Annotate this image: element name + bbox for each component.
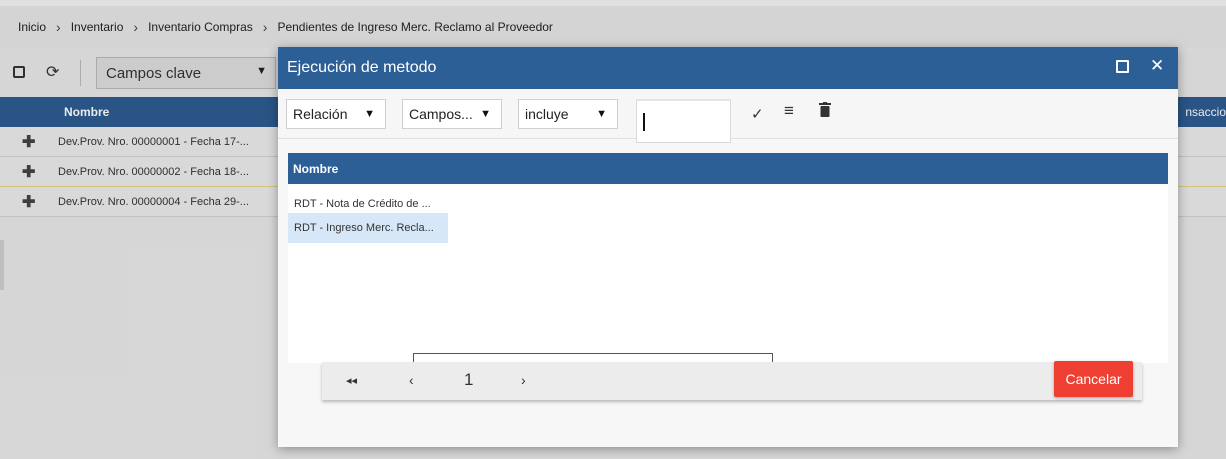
filter-bar: Relación ▼ Campos... ▼ incluye ▼ ✓ ≡ (278, 89, 1178, 143)
grid-row-selected[interactable]: RDT - Ingreso Merc. Recla... (288, 213, 448, 243)
grid-header: Nombre (288, 153, 1168, 184)
dropdown-arrow-icon: ▼ (596, 108, 607, 120)
pagination-bar: ◂◂ ‹ 1 › (322, 362, 1142, 400)
current-page-number[interactable]: 1 (464, 370, 473, 390)
operator-dropdown[interactable]: incluye ▼ (518, 99, 618, 129)
results-grid: Nombre RDT - Nota de Crédito de ... RDT … (288, 153, 1168, 391)
cancel-button[interactable]: Cancelar (1054, 361, 1133, 397)
dialog-title: Ejecución de metodo (287, 59, 437, 76)
method-execution-dialog: Ejecución de metodo ✕ Relación ▼ Campos.… (278, 47, 1178, 447)
relation-dropdown[interactable]: Relación ▼ (286, 99, 386, 129)
operator-dropdown-value: incluye (525, 106, 569, 122)
dropdown-arrow-icon: ▼ (364, 108, 375, 120)
close-icon[interactable]: ✕ (1150, 56, 1164, 76)
dropdown-arrow-icon: ▼ (480, 108, 491, 120)
first-page-icon[interactable]: ◂◂ (346, 374, 357, 387)
fields-dropdown-value: Campos... (409, 106, 473, 122)
relation-dropdown-value: Relación (293, 106, 348, 122)
fields-dropdown[interactable]: Campos... ▼ (402, 99, 502, 129)
maximize-icon[interactable] (1116, 60, 1129, 73)
filter-icon[interactable]: ≡ (784, 101, 794, 121)
filter-value-input[interactable] (636, 99, 731, 143)
text-caret (643, 113, 645, 131)
grid-column-nombre[interactable]: Nombre (293, 162, 338, 176)
next-page-icon[interactable]: › (521, 372, 526, 388)
trash-icon[interactable] (819, 102, 831, 121)
apply-check-icon[interactable]: ✓ (751, 105, 764, 123)
dialog-header: Ejecución de metodo ✕ (278, 47, 1178, 89)
previous-page-icon[interactable]: ‹ (409, 372, 414, 388)
